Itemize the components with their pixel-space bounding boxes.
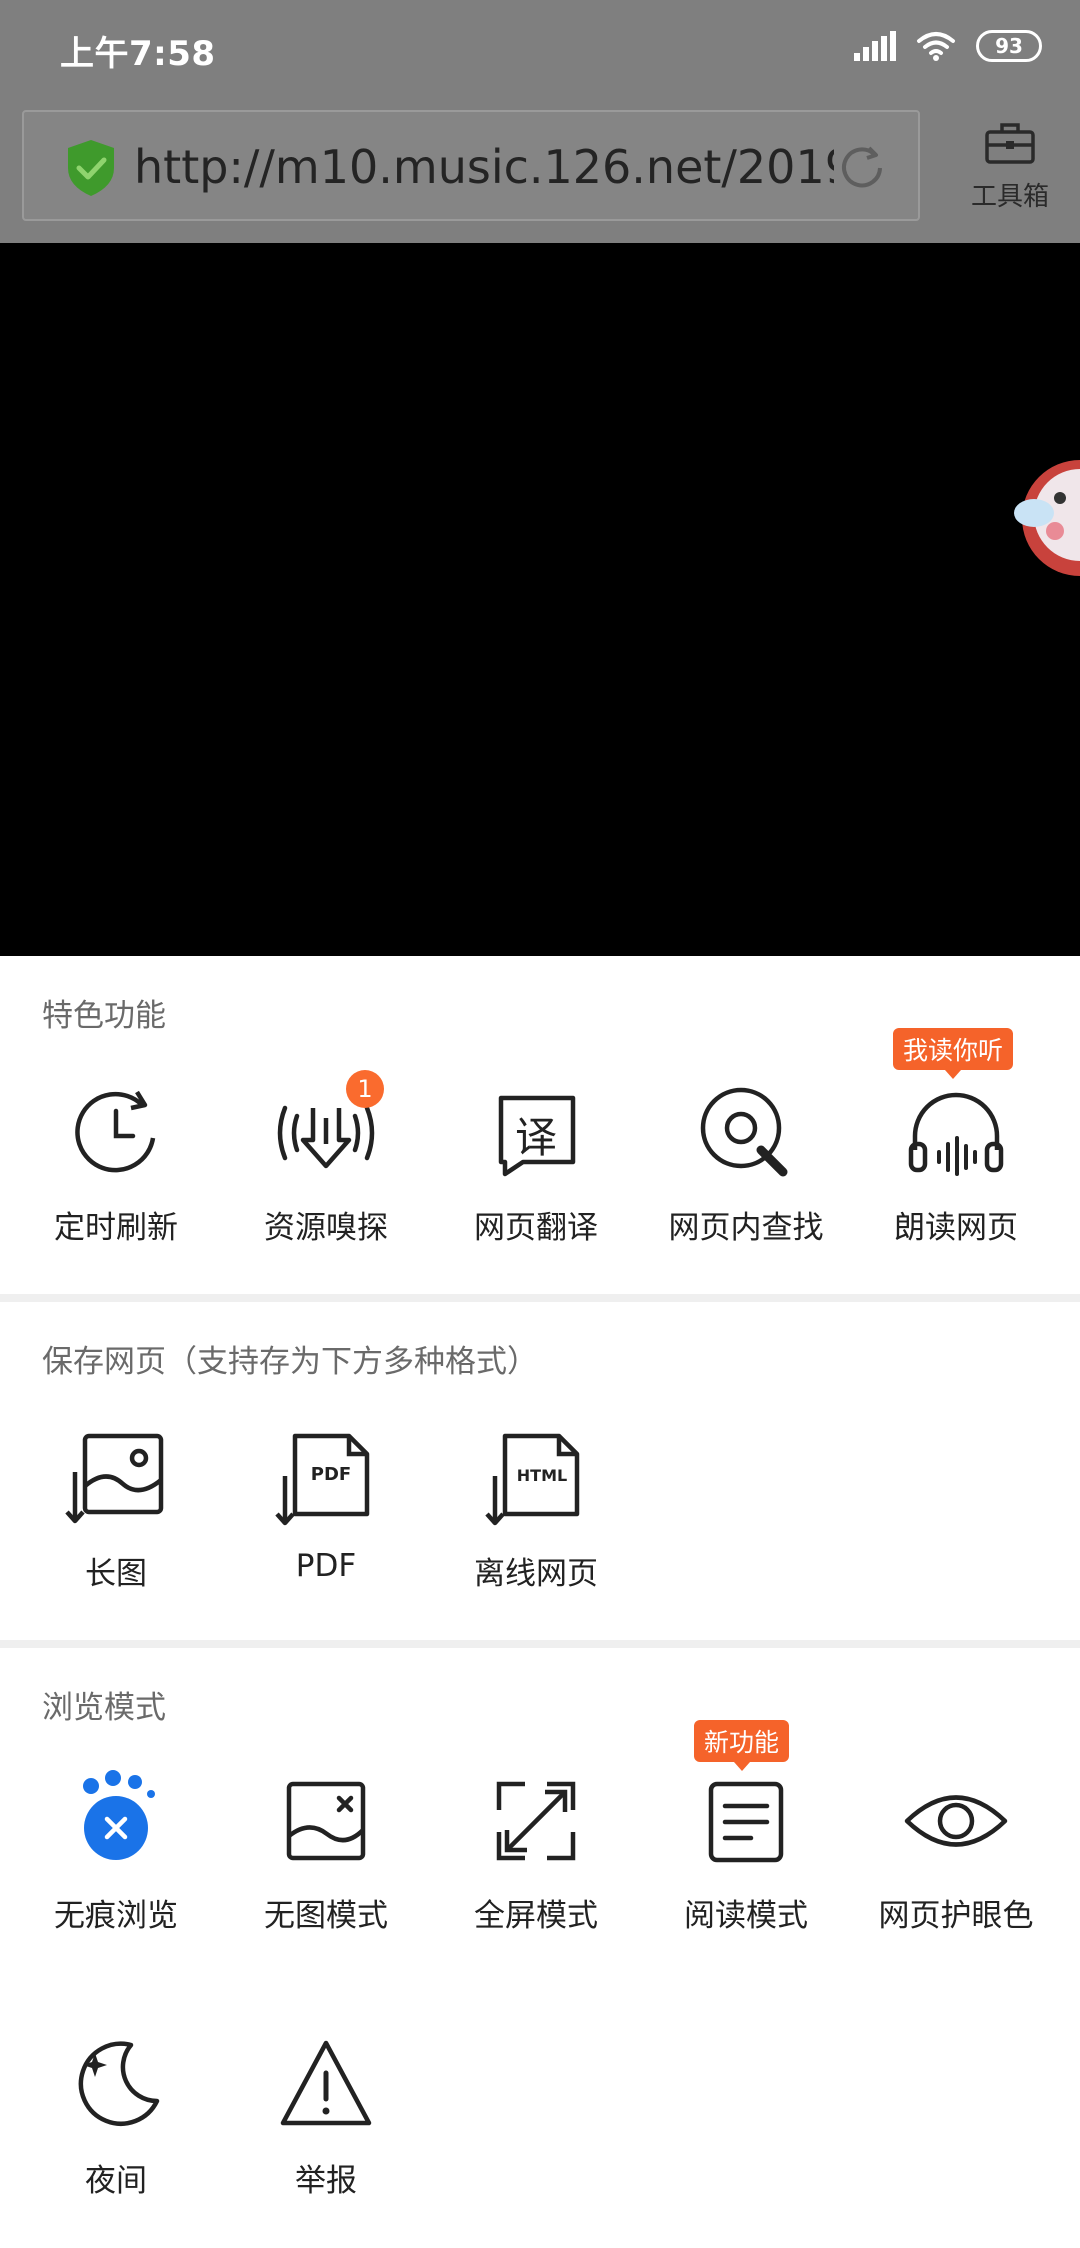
video-area[interactable] [0, 243, 1080, 956]
eye-icon [904, 1795, 1008, 1847]
menu-item-incognito[interactable]: 无痕浏览 [11, 1766, 221, 1935]
incognito-icon [83, 1770, 155, 1860]
status-icons: 93 [854, 30, 1042, 62]
address-bar[interactable]: http://m10.music.126.net/20190... [22, 110, 920, 221]
menu-item-read-aloud[interactable]: 朗读网页 [851, 1078, 1061, 1247]
new-tag-read-aloud: 我读你听 [893, 1028, 1014, 1079]
secure-shield-icon [68, 140, 114, 196]
menu-item-find-in-page[interactable]: 网页内查找 [641, 1078, 851, 1247]
menu-label: 定时刷新 [54, 1210, 178, 1246]
menu-item-pdf[interactable]: PDF PDF [221, 1424, 431, 1584]
section-divider [0, 1294, 1080, 1302]
menu-label: 离线网页 [474, 1556, 598, 1592]
headphones-icon [908, 1092, 1004, 1176]
menu-label: 资源嗅探 [264, 1210, 388, 1246]
no-image-icon [286, 1781, 366, 1861]
menu-item-reading-mode[interactable]: 阅读模式 [641, 1766, 851, 1935]
translate-icon-wrap: 译 [481, 1078, 591, 1188]
long-image-icon [65, 1433, 164, 1524]
html-icon-wrap: HTML [481, 1424, 591, 1534]
resource-sniff-icon-wrap: 1 [271, 1070, 384, 1188]
menu-item-timer-refresh[interactable]: 定时刷新 [11, 1078, 221, 1247]
floating-mascot-icon[interactable] [1010, 453, 1080, 583]
pdf-icon-wrap: PDF [271, 1424, 381, 1534]
notification-badge: 1 [346, 1070, 384, 1108]
menu-label: 夜间 [85, 2163, 147, 2199]
menu-label: 网页护眼色 [878, 1898, 1034, 1934]
translate-glyph: 译 [514, 1113, 557, 1162]
status-time: 上午7:58 [60, 34, 216, 74]
reload-icon[interactable] [836, 142, 888, 194]
reading-mode-icon [708, 1781, 784, 1863]
section-title-save: 保存网页（支持存为下方多种格式） [42, 1344, 538, 1380]
menu-item-eye-care[interactable]: 网页护眼色 [851, 1766, 1061, 1935]
menu-item-long-image[interactable]: 长图 [11, 1424, 221, 1593]
menu-item-translate[interactable]: 译 网页翻译 [431, 1078, 641, 1247]
menu-label: 阅读模式 [684, 1898, 808, 1934]
night-moon-icon [78, 2041, 160, 2126]
section-divider [0, 1640, 1080, 1648]
menu-item-fullscreen[interactable]: 全屏模式 [431, 1766, 641, 1935]
battery-indicator: 93 [976, 30, 1042, 62]
menu-label: 举报 [295, 2163, 357, 2199]
menu-label: 网页翻译 [474, 1210, 598, 1246]
menu-label: 网页内查找 [668, 1210, 824, 1246]
section-title-browse: 浏览模式 [42, 1690, 166, 1726]
menu-item-resource-sniff[interactable]: 1 资源嗅探 [221, 1070, 431, 1247]
menu-label: 朗读网页 [894, 1210, 1018, 1246]
html-glyph: HTML [516, 1466, 568, 1485]
status-bar: 上午7:58 93 [0, 0, 1080, 100]
menu-label: 全屏模式 [474, 1898, 598, 1934]
toolbox-icon [985, 123, 1035, 164]
menu-item-report[interactable]: 举报 [221, 2031, 431, 2200]
url-text[interactable]: http://m10.music.126.net/20190... [134, 140, 834, 194]
signal-icon [854, 31, 896, 61]
fullscreen-icon [496, 1781, 576, 1861]
menu-label: PDF [295, 1548, 357, 1584]
pdf-glyph: PDF [310, 1464, 352, 1485]
menu-label: 无痕浏览 [54, 1898, 178, 1934]
menu-item-night-mode[interactable]: 夜间 [11, 2031, 221, 2200]
wifi-icon [917, 32, 955, 61]
menu-item-no-image[interactable]: 无图模式 [221, 1766, 431, 1935]
section-title-featured: 特色功能 [42, 998, 166, 1034]
menu-sheet: 特色功能 定时刷新 1 资源嗅探 译 网页翻译 网页内查找 我读你听 朗读网页 … [0, 956, 1080, 2248]
new-feature-tag: 新功能 [694, 1720, 790, 1771]
battery-level: 93 [995, 34, 1023, 58]
timer-refresh-icon [75, 1090, 156, 1173]
menu-item-offline-page[interactable]: HTML 离线网页 [431, 1424, 641, 1593]
find-in-page-icon [700, 1087, 788, 1177]
toolbox-label: 工具箱 [970, 182, 1049, 212]
toolbox-button[interactable]: 工具箱 [960, 120, 1060, 213]
report-warning-icon [280, 2040, 372, 2126]
menu-label: 长图 [85, 1556, 147, 1592]
menu-label: 无图模式 [264, 1898, 388, 1934]
